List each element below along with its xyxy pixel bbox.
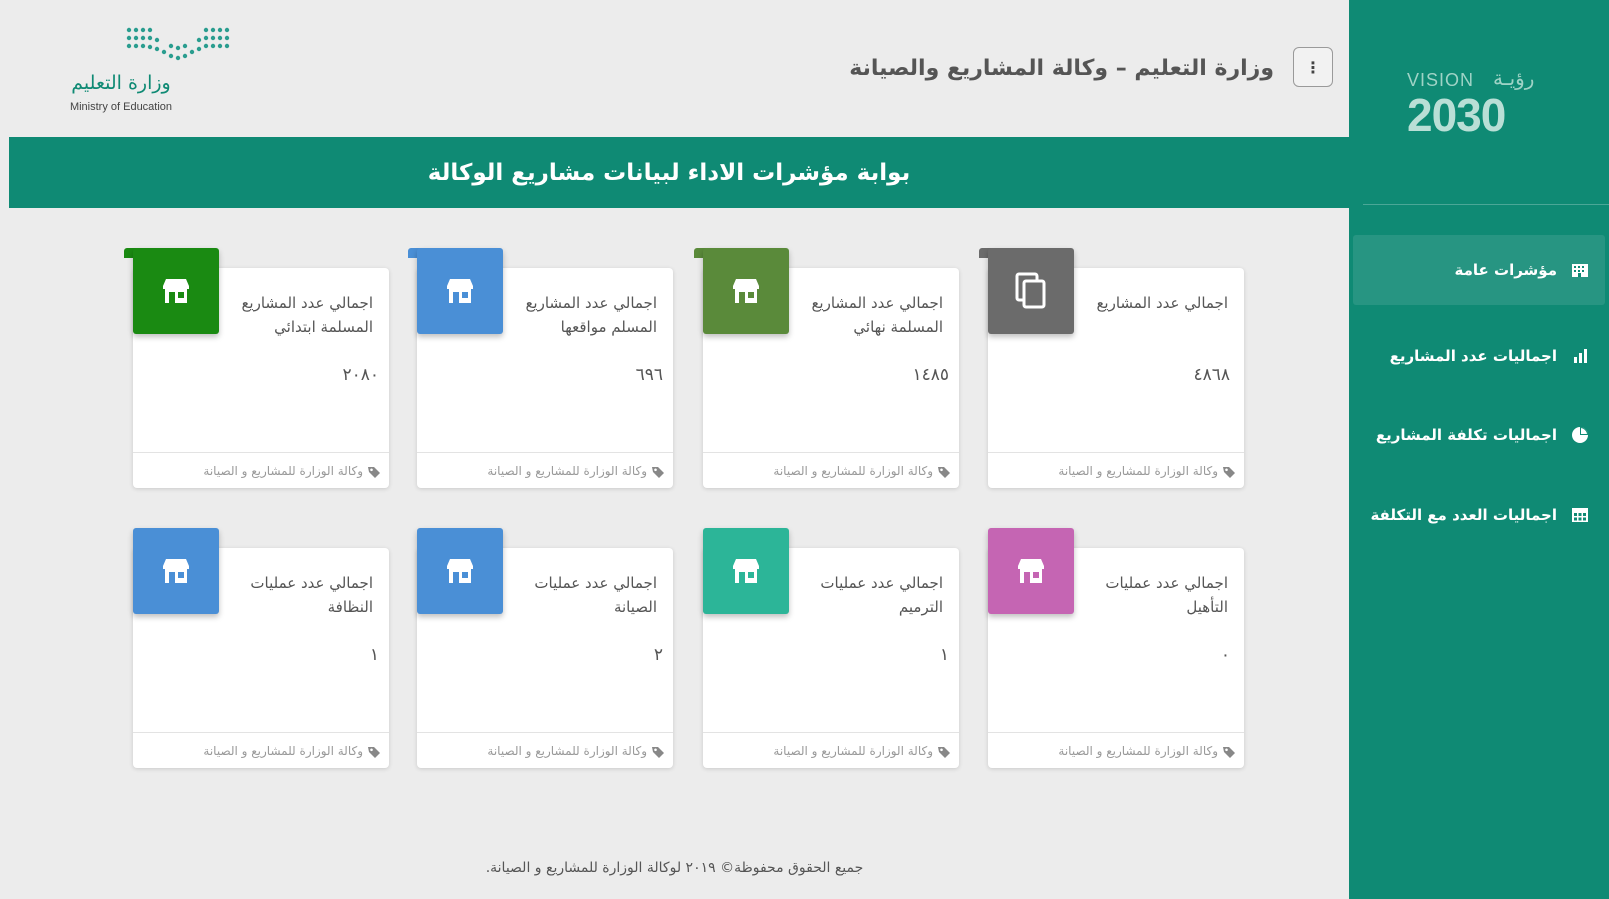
vision-year: 2030: [1407, 89, 1506, 141]
portal-banner: بوابة مؤشرات الاداء لبيانات مشاريع الوكا…: [9, 137, 1349, 208]
kpi-card[interactable]: اجمالي عدد المشاريع المسلمة ابتدائي ٢٠٨٠ و…: [124, 248, 389, 488]
sidebar-item-project-counts[interactable]: اجماليات عدد المشاريع: [1353, 321, 1605, 391]
store-icon: [1016, 558, 1046, 584]
kpi-card[interactable]: اجمالي عدد المشاريع المسلم مواقعها ٦٩٦ وكا…: [408, 248, 673, 488]
kpi-card[interactable]: اجمالي عدد عمليات التأهيل ٠ وكالة الوزارة …: [988, 528, 1244, 768]
kpi-card[interactable]: اجمالي عدد عمليات الصيانة ٢ وكالة الوزارة …: [417, 528, 673, 768]
sidebar-item-label: مؤشرات عامة: [1454, 261, 1557, 279]
kpi-card-footer: وكالة الوزارة للمشاريع و الصيانة: [133, 452, 389, 488]
ministry-logo-dots-icon: [126, 27, 230, 61]
copy-icon: [1014, 272, 1048, 310]
kpi-card-label: اجمالي عدد المشاريع المسلمة ابتدائي: [241, 294, 373, 336]
kpi-card-label: اجمالي عدد المشاريع المسلم مواقعها: [525, 294, 657, 336]
kpi-card-value: ١: [939, 645, 949, 665]
kpi-card-value: ٠: [1220, 645, 1230, 665]
kpi-card-icon-box: [703, 528, 789, 614]
kpi-card-value: ١: [369, 645, 379, 665]
kpi-card-value: ١٤٨٥: [912, 365, 949, 385]
kpi-card-footer: وكالة الوزارة للمشاريع و الصيانة: [417, 732, 673, 768]
copyright-text: جميع الحقوق محفوظة© ٢٠١٩ لوكالة الوزارة …: [485, 860, 864, 876]
kpi-card-icon-box: [988, 528, 1074, 614]
pie-chart-icon: [1572, 427, 1588, 443]
tag-icon: [367, 744, 381, 758]
kpi-card-footer-text: وكالة الوزارة للمشاريع و الصيانة: [203, 463, 363, 478]
kpi-card-footer-text: وكالة الوزارة للمشاريع و الصيانة: [1058, 743, 1218, 758]
tag-icon: [937, 744, 951, 758]
kpi-card-icon-box: [417, 248, 503, 334]
tag-icon: [367, 464, 381, 478]
sidebar-item-count-with-cost[interactable]: اجماليات العدد مع التكلفة: [1353, 480, 1605, 550]
sidebar-divider: [1363, 204, 1609, 205]
bar-chart-icon: [1574, 349, 1587, 363]
store-icon: [161, 558, 191, 584]
kpi-card-footer-text: وكالة الوزارة للمشاريع و الصيانة: [203, 743, 363, 758]
kpi-card-icon-box: [133, 528, 219, 614]
kpi-card-icon-box: [988, 248, 1074, 334]
kpi-card-footer-text: وكالة الوزارة للمشاريع و الصيانة: [1058, 463, 1218, 478]
kpi-card-footer: وكالة الوزارة للمشاريع و الصيانة: [703, 452, 959, 488]
kpi-card-value: ٤٨٦٨: [1193, 365, 1230, 385]
sidebar-item-general-indicators[interactable]: مؤشرات عامة: [1353, 235, 1605, 305]
kpi-card-label: اجمالي عدد عمليات التأهيل: [1105, 574, 1228, 616]
kpi-card-footer-text: وكالة الوزارة للمشاريع و الصيانة: [773, 463, 933, 478]
kpi-card-label: اجمالي عدد عمليات الترميم: [820, 574, 943, 616]
sidebar-item-project-costs[interactable]: اجماليات تكلفة المشاريع: [1353, 400, 1605, 470]
kpi-card-footer: وكالة الوزارة للمشاريع و الصيانة: [988, 452, 1244, 488]
menu-button[interactable]: ⋮: [1293, 47, 1333, 87]
sidebar-item-label: اجماليات تكلفة المشاريع: [1375, 426, 1557, 444]
table-icon: [1572, 508, 1588, 522]
store-icon: [161, 278, 191, 304]
banner-title: بوابة مؤشرات الاداء لبيانات مشاريع الوكا…: [427, 159, 911, 186]
tag-icon: [651, 464, 665, 478]
vertical-dots-icon: ⋮: [1305, 57, 1321, 77]
kpi-card-value: ٦٩٦: [635, 365, 663, 385]
tag-icon: [651, 744, 665, 758]
sidebar: VISION رؤيـة 2030 مؤشرات عامة اجماليات ع…: [1349, 0, 1609, 899]
kpi-card-footer-text: وكالة الوزارة للمشاريع و الصيانة: [773, 743, 933, 758]
tag-icon: [1222, 744, 1236, 758]
kpi-card-footer: وكالة الوزارة للمشاريع و الصيانة: [988, 732, 1244, 768]
store-icon: [731, 558, 761, 584]
vision-arabic: رؤيـة: [1493, 66, 1535, 90]
store-icon: [445, 558, 475, 584]
kpi-card-value: ٢: [653, 645, 663, 665]
kpi-card-label: اجمالي عدد المشاريع: [1096, 294, 1228, 312]
top-bar: وزارة التعليم Ministry of Education وزار…: [9, 0, 1349, 137]
store-icon: [445, 278, 475, 304]
kpi-card-label: اجمالي عدد عمليات النظافة: [250, 574, 373, 616]
store-icon: [731, 278, 761, 304]
kpi-card-icon-box: [703, 248, 789, 334]
sidebar-item-label: اجماليات العدد مع التكلفة: [1370, 506, 1557, 524]
ministry-logo: وزارة التعليم Ministry of Education: [61, 20, 241, 120]
ministry-logo-english: Ministry of Education: [69, 101, 173, 113]
kpi-card[interactable]: اجمالي عدد المشاريع المسلمة نهائي ١٤٨٥ وكا…: [694, 248, 959, 488]
kpi-card-icon-box: [133, 248, 219, 334]
kpi-card-label: اجمالي عدد المشاريع المسلمة نهائي: [811, 294, 943, 336]
kpi-card-value: ٢٠٨٠: [342, 365, 379, 385]
kpi-card[interactable]: اجمالي عدد عمليات الترميم ١ وكالة الوزارة …: [703, 528, 959, 768]
sidebar-item-label: اجماليات عدد المشاريع: [1389, 347, 1557, 365]
tag-icon: [1222, 464, 1236, 478]
kpi-card-footer-text: وكالة الوزارة للمشاريع و الصيانة: [487, 463, 647, 478]
page-title: وزارة التعليم – وكالة المشاريع والصيانة: [849, 56, 1274, 81]
kpi-card-icon-box: [417, 528, 503, 614]
kpi-card[interactable]: اجمالي عدد عمليات النظافة ١ وكالة الوزارة …: [133, 528, 389, 768]
vision-2030-logo: VISION رؤيـة 2030: [1407, 66, 1557, 142]
kpi-card-label: اجمالي عدد عمليات الصيانة: [534, 574, 657, 616]
kpi-card-footer: وكالة الوزارة للمشاريع و الصيانة: [133, 732, 389, 768]
tag-icon: [937, 464, 951, 478]
kpi-card[interactable]: اجمالي عدد المشاريع ٤٨٦٨ وكالة الوزارة للم…: [979, 248, 1244, 488]
building-icon: [1572, 264, 1588, 277]
ministry-logo-arabic: وزارة التعليم: [71, 72, 171, 94]
kpi-card-footer: وكالة الوزارة للمشاريع و الصيانة: [417, 452, 673, 488]
kpi-card-footer: وكالة الوزارة للمشاريع و الصيانة: [703, 732, 959, 768]
main-area: وزارة التعليم Ministry of Education وزار…: [0, 0, 1349, 899]
kpi-card-footer-text: وكالة الوزارة للمشاريع و الصيانة: [487, 743, 647, 758]
